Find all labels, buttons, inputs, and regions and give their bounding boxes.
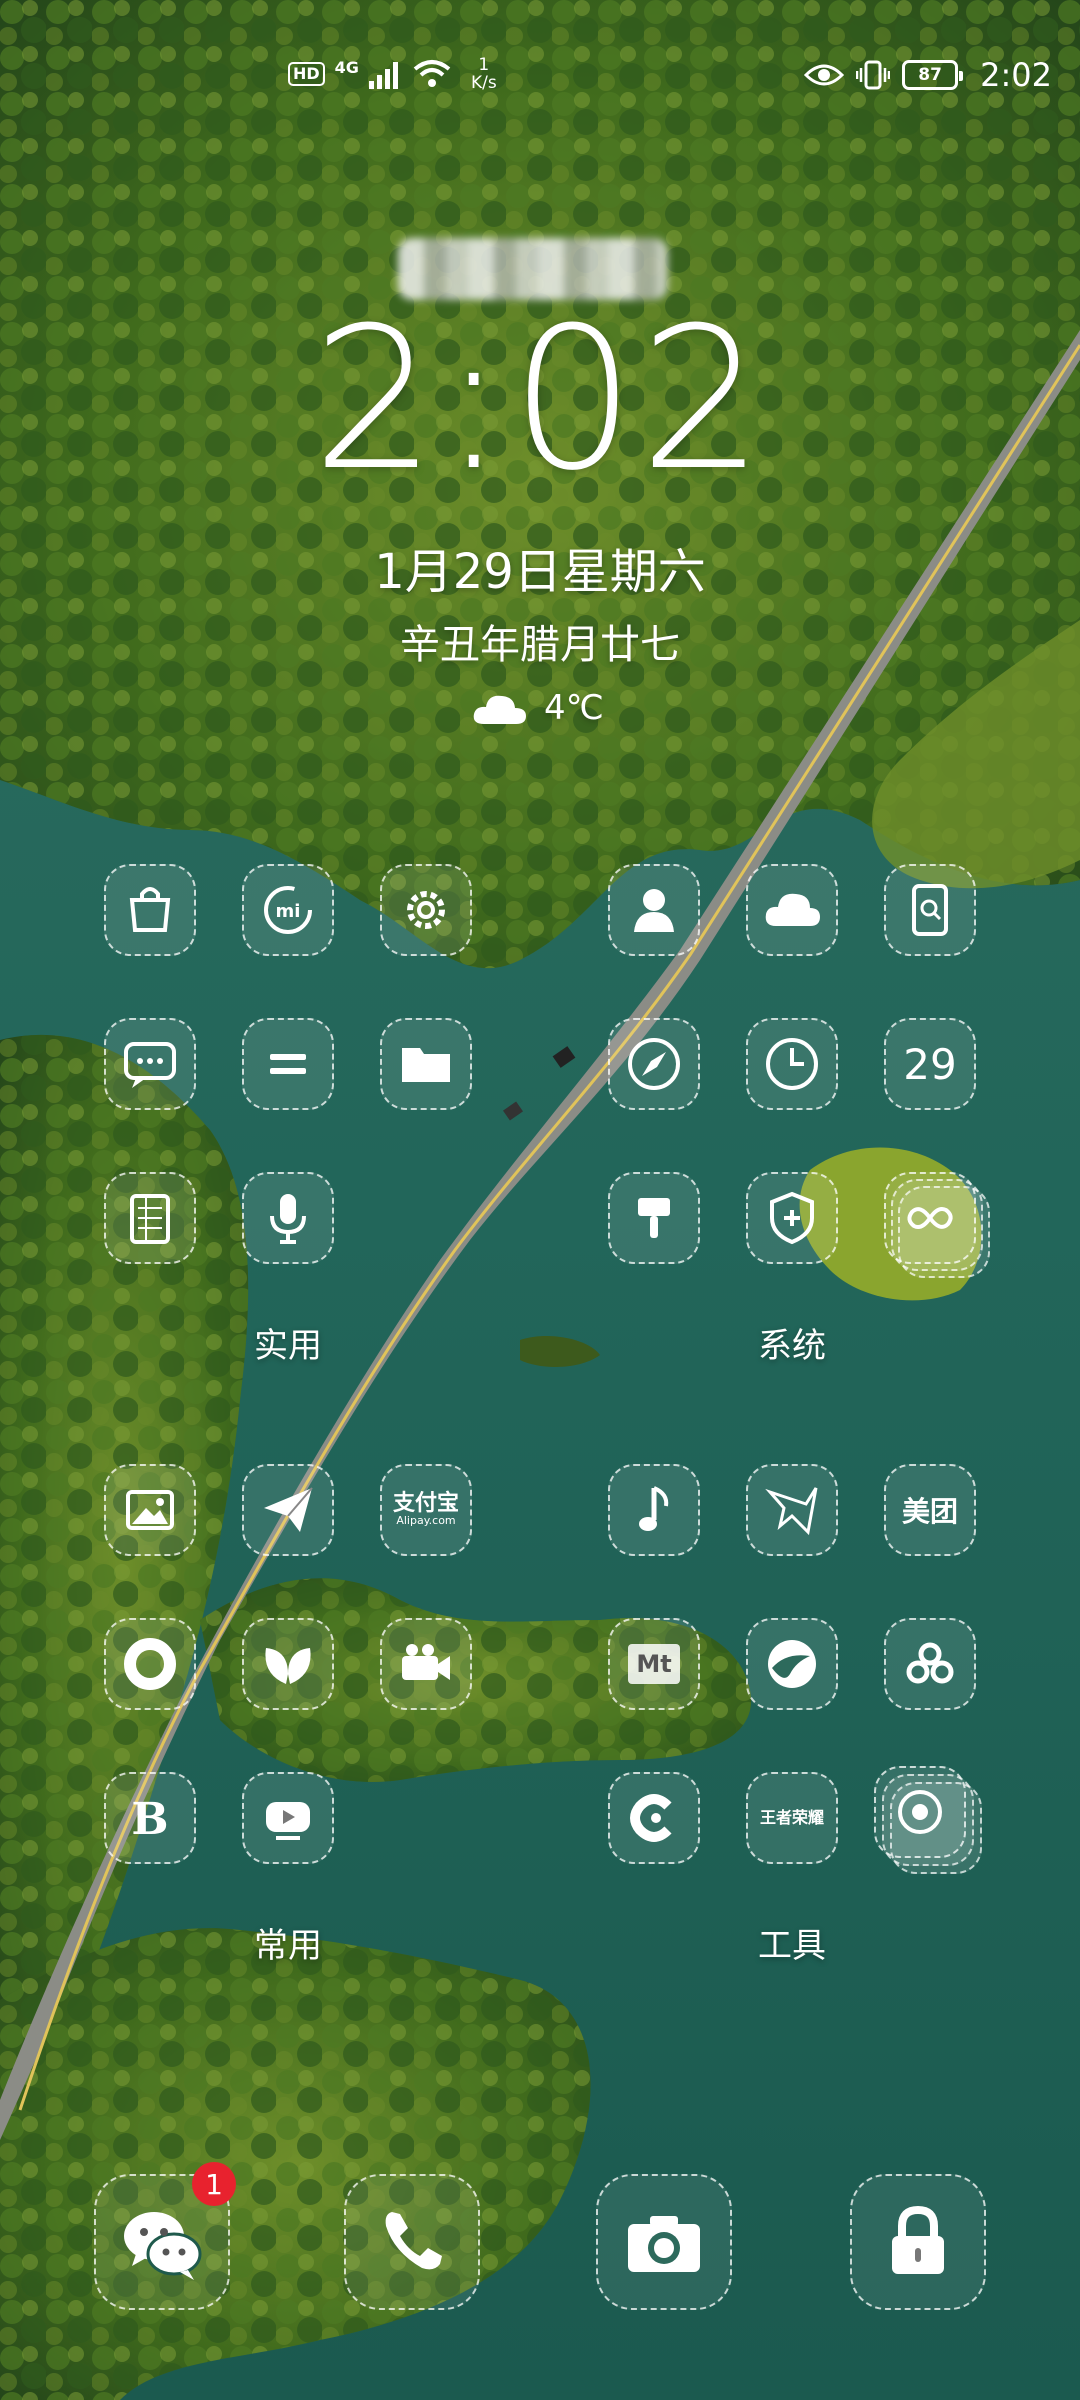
gallery-icon[interactable] bbox=[104, 1464, 196, 1556]
wifi-icon bbox=[413, 60, 451, 87]
lock-icon bbox=[892, 2205, 944, 2274]
status-left: HD 4G 1 K/s bbox=[288, 56, 497, 92]
weather-widget[interactable]: 4℃ bbox=[470, 688, 604, 728]
camera-icon bbox=[628, 2216, 700, 2272]
phone-finder-icon[interactable] bbox=[884, 864, 976, 956]
circle-app-icon[interactable] bbox=[104, 1618, 196, 1710]
settings-gear-icon[interactable] bbox=[380, 864, 472, 956]
signal-icon bbox=[368, 62, 398, 89]
dock-phone[interactable] bbox=[344, 2174, 480, 2310]
cloud-icon bbox=[473, 695, 526, 724]
alipay-label: 支付宝 bbox=[392, 1490, 459, 1516]
meitu-label: Mt bbox=[628, 1644, 680, 1684]
notification-badge: 1 bbox=[192, 2162, 236, 2206]
game-label: 王者荣耀 bbox=[759, 1808, 824, 1827]
app-store-icon[interactable] bbox=[104, 864, 196, 956]
status-right: 87 2:02 bbox=[804, 56, 1052, 94]
folder-label-system: 系统 bbox=[758, 1326, 826, 1366]
net-speed: 1 K/s bbox=[471, 56, 497, 92]
meituan-label: 美团 bbox=[901, 1495, 958, 1528]
music-note-icon[interactable] bbox=[608, 1464, 700, 1556]
lockscreen-date: 1月29日星期六 bbox=[374, 544, 706, 600]
status-time: 2:02 bbox=[980, 56, 1052, 94]
swirl-app-icon[interactable] bbox=[746, 1618, 838, 1710]
weather-app-icon[interactable] bbox=[746, 864, 838, 956]
dock-camera[interactable] bbox=[596, 2174, 732, 2310]
messages-icon[interactable] bbox=[104, 1018, 196, 1110]
voice-recorder-icon[interactable] bbox=[242, 1172, 334, 1264]
calendar-icon[interactable]: 29 bbox=[884, 1018, 976, 1110]
folder-label-tools: 工具 bbox=[758, 1926, 826, 1966]
calculator-icon[interactable] bbox=[242, 1018, 334, 1110]
compass-icon[interactable] bbox=[608, 1018, 700, 1110]
folder-stack[interactable] bbox=[884, 1172, 994, 1282]
bilibili-b-icon[interactable]: B bbox=[104, 1772, 196, 1864]
network-type: 4G bbox=[334, 57, 359, 77]
dock-lock[interactable] bbox=[850, 2174, 986, 2310]
temperature: 4℃ bbox=[544, 688, 604, 728]
bird-wing-icon[interactable] bbox=[746, 1464, 838, 1556]
video-camera-icon[interactable] bbox=[380, 1618, 472, 1710]
lunar-date: 辛丑年腊月廿七 bbox=[400, 622, 680, 668]
phone-icon bbox=[385, 2212, 442, 2270]
dock-wechat[interactable]: 1 bbox=[94, 2162, 236, 2310]
hd-badge: HD bbox=[288, 62, 325, 86]
notepad-icon[interactable] bbox=[104, 1172, 196, 1264]
folder-label-common: 常用 bbox=[254, 1926, 322, 1966]
clock-icon[interactable] bbox=[746, 1018, 838, 1110]
paper-plane-icon[interactable] bbox=[242, 1464, 334, 1556]
video-play-icon[interactable] bbox=[242, 1772, 334, 1864]
battery-indicator: 87 bbox=[902, 60, 964, 90]
infinity-app-icon[interactable] bbox=[884, 1172, 976, 1264]
svg-text:B: B bbox=[131, 1794, 168, 1845]
files-folder-icon[interactable] bbox=[380, 1018, 472, 1110]
net-speed-value: 1 bbox=[478, 55, 490, 75]
stacked-app-icon[interactable] bbox=[874, 1766, 966, 1858]
status-bar: HD 4G 1 K/s 87 2:02 bbox=[0, 48, 1080, 108]
wechat-icon bbox=[124, 2212, 202, 2280]
folder-label-practical: 实用 bbox=[254, 1326, 322, 1366]
phone-manager-shield-icon[interactable] bbox=[746, 1172, 838, 1264]
theme-brush-icon[interactable] bbox=[608, 1172, 700, 1264]
eye-comfort-icon bbox=[804, 64, 845, 86]
svg-text:mi: mi bbox=[276, 901, 301, 922]
game-app-icon[interactable]: 王者荣耀 bbox=[746, 1772, 838, 1864]
contacts-icon[interactable] bbox=[608, 864, 700, 956]
link-app-icon[interactable] bbox=[884, 1618, 976, 1710]
lockscreen-clock: 2:02 bbox=[311, 286, 769, 514]
meitu-icon[interactable]: Mt bbox=[608, 1618, 700, 1710]
vibrate-icon bbox=[856, 60, 891, 90]
leaf-app-icon[interactable] bbox=[242, 1618, 334, 1710]
alipay-domain: Alipay.com bbox=[396, 1513, 456, 1527]
net-speed-unit: K/s bbox=[470, 73, 497, 93]
alipay-icon[interactable]: 支付宝 Alipay.com bbox=[380, 1464, 472, 1556]
meituan-icon[interactable]: 美团 bbox=[884, 1464, 976, 1556]
mi-home-icon[interactable]: mi bbox=[242, 864, 334, 956]
calendar-day: 29 bbox=[903, 1039, 957, 1089]
c-app-icon[interactable] bbox=[608, 1772, 700, 1864]
folder-stack[interactable] bbox=[874, 1766, 984, 1876]
